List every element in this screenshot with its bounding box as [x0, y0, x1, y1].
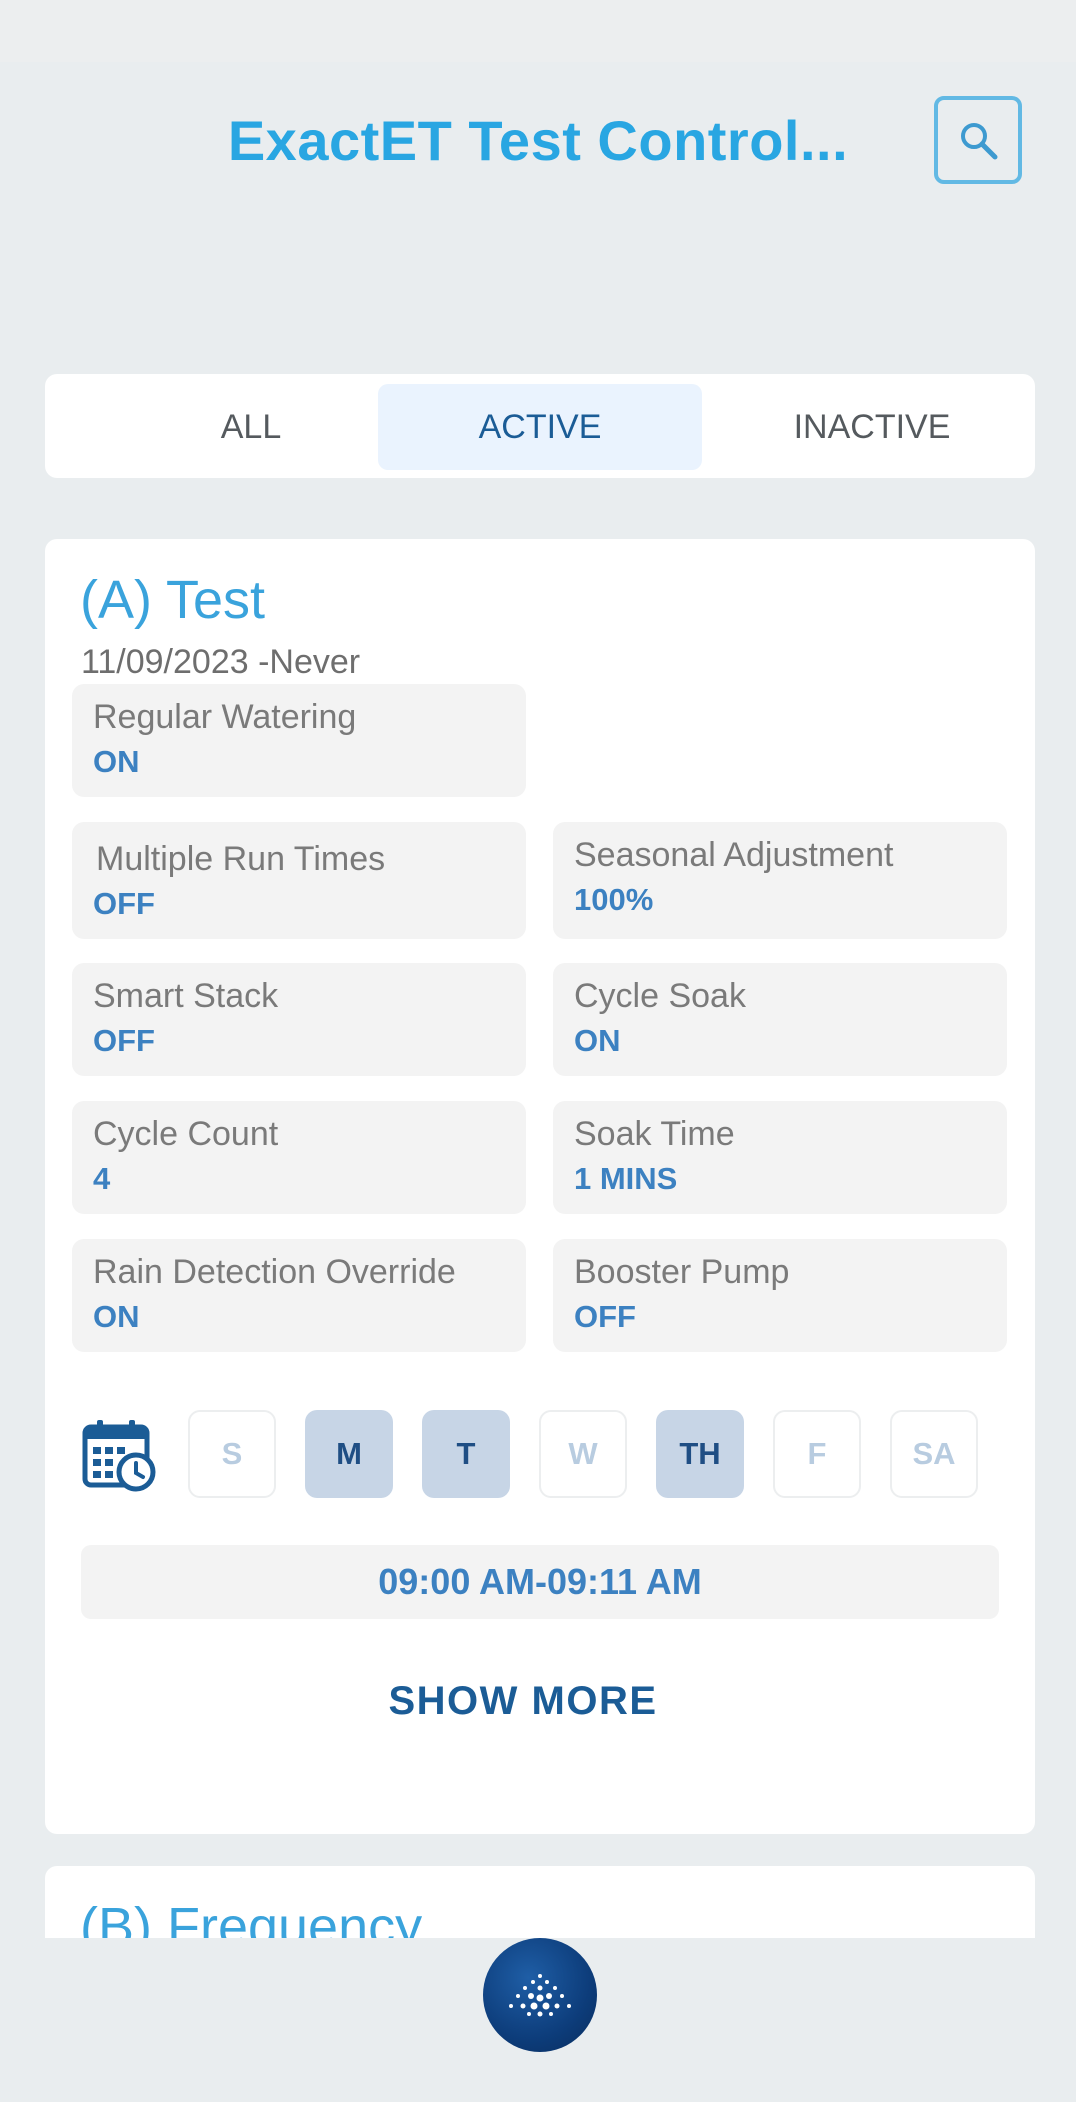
program-title: (A) Test — [80, 570, 266, 630]
setting-value: OFF — [93, 1023, 155, 1058]
setting-label: Multiple Run Times — [96, 840, 386, 878]
setting-regular-watering: Regular Watering ON — [72, 684, 526, 797]
setting-value: ON — [93, 1299, 140, 1334]
status-bar — [0, 0, 1076, 62]
setting-booster-pump: Booster Pump OFF — [553, 1239, 1007, 1352]
status-filter: ALL ACTIVE INACTIVE — [45, 374, 1035, 478]
setting-label: Booster Pump — [574, 1253, 790, 1291]
setting-smart-stack: Smart Stack OFF — [72, 963, 526, 1076]
setting-cycle-count: Cycle Count 4 — [72, 1101, 526, 1214]
program-card-a[interactable]: (A) Test 11/09/2023 -Never Regular Water… — [45, 539, 1035, 1834]
program-title: (B) Frequency — [80, 1897, 423, 1940]
sprinkler-home-button[interactable] — [483, 1938, 597, 2052]
setting-label: Rain Detection Override — [93, 1253, 456, 1291]
search-icon — [961, 123, 998, 160]
setting-label: Smart Stack — [93, 977, 279, 1015]
page-title: ExactET Test Control... — [227, 109, 849, 172]
search-button[interactable] — [934, 96, 1022, 184]
setting-label: Seasonal Adjustment — [574, 836, 894, 874]
day-saturday[interactable]: SA — [890, 1410, 978, 1498]
day-monday[interactable]: M — [305, 1410, 393, 1498]
day-sunday[interactable]: S — [188, 1410, 276, 1498]
tab-all[interactable]: ALL — [89, 384, 413, 470]
setting-value: 4 — [93, 1161, 111, 1196]
setting-label: Soak Time — [574, 1115, 735, 1153]
day-thursday[interactable]: TH — [656, 1410, 744, 1498]
run-time-range: 09:00 AM-09:11 AM — [81, 1545, 999, 1619]
setting-value: ON — [93, 744, 140, 779]
setting-label: Cycle Soak — [574, 977, 746, 1015]
program-date-range: 11/09/2023 -Never — [81, 643, 361, 681]
sprinkler-icon — [509, 1974, 571, 2017]
program-card-b[interactable]: (B) Frequency — [45, 1866, 1035, 1940]
setting-value: OFF — [93, 886, 155, 921]
show-more-button[interactable]: SHOW MORE — [45, 1679, 1001, 1724]
calendar-clock-icon — [82, 1420, 156, 1492]
day-tuesday[interactable]: T — [422, 1410, 510, 1498]
setting-label: Cycle Count — [93, 1115, 279, 1153]
setting-value: ON — [574, 1023, 621, 1058]
setting-cycle-soak: Cycle Soak ON — [553, 963, 1007, 1076]
tab-inactive[interactable]: INACTIVE — [710, 384, 1034, 470]
setting-label: Regular Watering — [93, 698, 357, 736]
setting-soak-time: Soak Time 1 MINS — [553, 1101, 1007, 1214]
setting-value: OFF — [574, 1299, 636, 1334]
day-wednesday[interactable]: W — [539, 1410, 627, 1498]
setting-seasonal-adjustment: Seasonal Adjustment 100% — [553, 822, 1007, 939]
setting-value: 100% — [574, 882, 654, 917]
setting-rain-detection-override: Rain Detection Override ON — [72, 1239, 526, 1352]
day-friday[interactable]: F — [773, 1410, 861, 1498]
tab-active[interactable]: ACTIVE — [378, 384, 702, 470]
setting-value: 1 MINS — [574, 1161, 678, 1196]
setting-multiple-run-times: Multiple Run Times OFF — [72, 822, 526, 939]
